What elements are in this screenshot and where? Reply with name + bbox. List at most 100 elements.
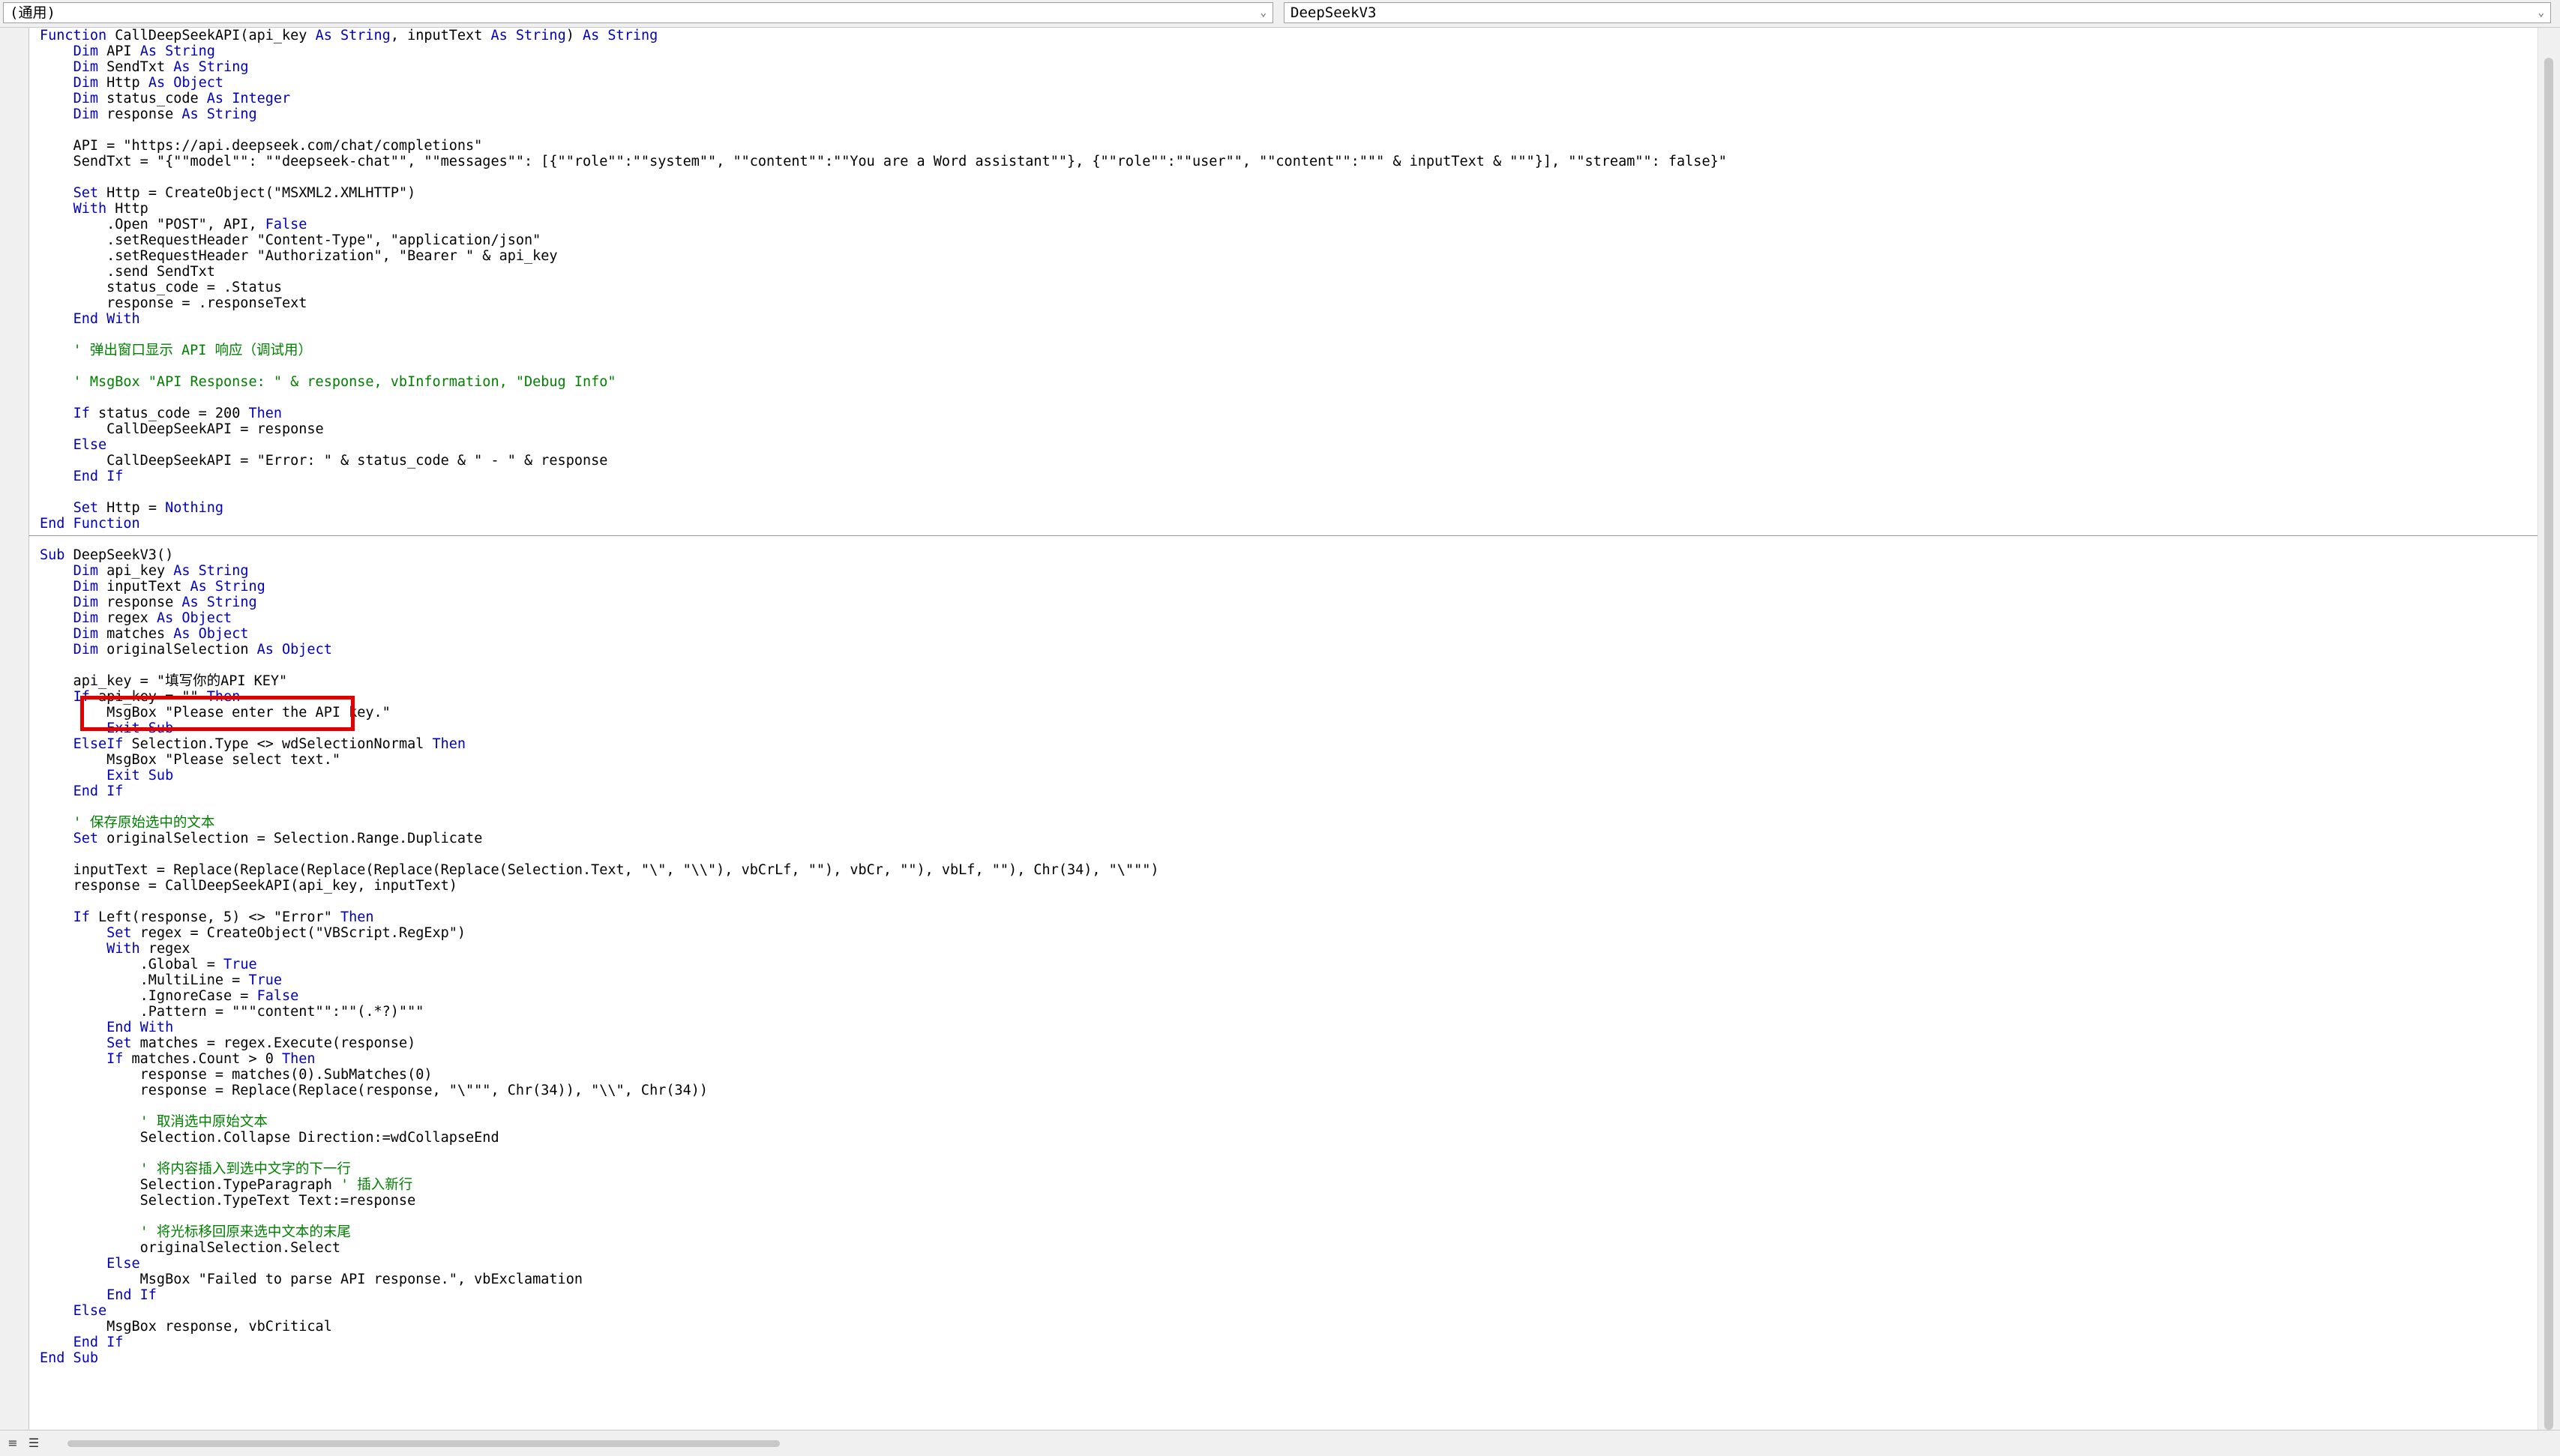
code-line[interactable]: .setRequestHeader "Authorization", "Bear… bbox=[40, 248, 1727, 264]
code-line[interactable]: End With bbox=[40, 1020, 1727, 1035]
code-token: .setRequestHeader "Content-Type", "appli… bbox=[40, 232, 541, 248]
code-line[interactable]: Set matches = regex.Execute(response) bbox=[40, 1035, 1727, 1051]
code-line[interactable]: Set regex = CreateObject("VBScript.RegEx… bbox=[40, 925, 1727, 941]
code-line[interactable]: Dim response As String bbox=[40, 106, 1727, 122]
full-module-view-icon[interactable]: ☰ bbox=[25, 1435, 42, 1452]
code-line[interactable]: MsgBox response, vbCritical bbox=[40, 1319, 1727, 1335]
code-line[interactable]: ' 取消选中原始文本 bbox=[40, 1114, 1727, 1130]
code-line[interactable] bbox=[40, 658, 1727, 673]
code-line[interactable]: response = matches(0).SubMatches(0) bbox=[40, 1067, 1727, 1083]
code-line[interactable]: Dim originalSelection As Object bbox=[40, 642, 1727, 658]
procedure-combobox[interactable]: DeepSeekV3 ⌄ bbox=[1284, 2, 2551, 23]
code-line[interactable] bbox=[40, 799, 1727, 815]
margin-indicator-bar[interactable] bbox=[0, 28, 29, 1430]
code-line[interactable]: Set originalSelection = Selection.Range.… bbox=[40, 831, 1727, 846]
code-line[interactable] bbox=[40, 327, 1727, 343]
code-line[interactable]: Selection.Collapse Direction:=wdCollapse… bbox=[40, 1130, 1727, 1146]
code-line[interactable]: response = Replace(Replace(response, "\"… bbox=[40, 1083, 1727, 1098]
code-line[interactable]: Dim inputText As String bbox=[40, 579, 1727, 595]
code-line[interactable]: End If bbox=[40, 1287, 1727, 1303]
code-line[interactable]: ' 弹出窗口显示 API 响应（调试用） bbox=[40, 343, 1727, 358]
code-line[interactable]: With Http bbox=[40, 201, 1727, 217]
code-line[interactable]: Else bbox=[40, 1303, 1727, 1319]
code-line[interactable] bbox=[40, 169, 1727, 185]
code-line[interactable] bbox=[40, 390, 1727, 406]
code-line[interactable]: .setRequestHeader "Content-Type", "appli… bbox=[40, 232, 1727, 248]
code-line[interactable]: .Open "POST", API, False bbox=[40, 217, 1727, 232]
code-line[interactable]: API = "https://api.deepseek.com/chat/com… bbox=[40, 138, 1727, 154]
code-keyword: ElseIf bbox=[73, 736, 132, 752]
code-line[interactable] bbox=[40, 894, 1727, 909]
code-line[interactable]: End Function bbox=[40, 516, 1727, 532]
chevron-down-icon[interactable]: ⌄ bbox=[1261, 3, 1267, 22]
code-line[interactable]: ElseIf Selection.Type <> wdSelectionNorm… bbox=[40, 736, 1727, 752]
code-line[interactable]: originalSelection.Select bbox=[40, 1240, 1727, 1256]
code-line[interactable]: MsgBox "Please select text." bbox=[40, 752, 1727, 768]
code-line[interactable]: .IgnoreCase = False bbox=[40, 988, 1727, 1004]
code-line[interactable]: Set Http = Nothing bbox=[40, 500, 1727, 516]
code-line[interactable]: response = CallDeepSeekAPI(api_key, inpu… bbox=[40, 878, 1727, 894]
code-line[interactable]: .MultiLine = True bbox=[40, 972, 1727, 988]
vertical-scrollbar[interactable] bbox=[2538, 28, 2560, 1430]
code-line[interactable] bbox=[40, 1146, 1727, 1161]
code-line[interactable]: ' 保存原始选中的文本 bbox=[40, 815, 1727, 831]
code-line[interactable]: api_key = "填写你的API KEY" bbox=[40, 673, 1727, 689]
code-line[interactable]: .Pattern = """content"":""(.*?)""" bbox=[40, 1004, 1727, 1020]
code-line[interactable]: With regex bbox=[40, 941, 1727, 957]
code-line[interactable] bbox=[40, 358, 1727, 374]
code-line[interactable]: CallDeepSeekAPI = "Error: " & status_cod… bbox=[40, 453, 1727, 469]
horizontal-scrollbar-thumb[interactable] bbox=[67, 1440, 780, 1447]
code-token: ) bbox=[565, 28, 583, 43]
code-line[interactable]: Function CallDeepSeekAPI(api_key As Stri… bbox=[40, 28, 1727, 43]
code-line[interactable]: Selection.TypeParagraph ' 插入新行 bbox=[40, 1177, 1727, 1193]
code-line[interactable]: End If bbox=[40, 783, 1727, 799]
code-line[interactable]: Dim Http As Object bbox=[40, 75, 1727, 91]
code-line[interactable]: Dim response As String bbox=[40, 595, 1727, 610]
code-line[interactable]: If matches.Count > 0 Then bbox=[40, 1051, 1727, 1067]
code-line[interactable]: ' 将光标移回原来选中文本的末尾 bbox=[40, 1224, 1727, 1240]
object-combobox[interactable]: (通用) ⌄ bbox=[3, 2, 1273, 23]
code-line[interactable]: End If bbox=[40, 469, 1727, 484]
code-line[interactable]: Exit Sub bbox=[40, 768, 1727, 783]
code-line[interactable]: Dim status_code As Integer bbox=[40, 91, 1727, 106]
code-line[interactable] bbox=[40, 846, 1727, 862]
code-line[interactable]: Dim matches As Object bbox=[40, 626, 1727, 642]
code-line[interactable]: End With bbox=[40, 311, 1727, 327]
code-line[interactable]: Dim api_key As String bbox=[40, 563, 1727, 579]
code-line[interactable]: Set Http = CreateObject("MSXML2.XMLHTTP"… bbox=[40, 185, 1727, 201]
code-line[interactable] bbox=[40, 1209, 1727, 1224]
code-line[interactable]: inputText = Replace(Replace(Replace(Repl… bbox=[40, 862, 1727, 878]
code-line[interactable]: .Global = True bbox=[40, 957, 1727, 972]
code-line[interactable]: CallDeepSeekAPI = response bbox=[40, 421, 1727, 437]
code-line[interactable] bbox=[40, 1098, 1727, 1114]
code-line[interactable]: If status_code = 200 Then bbox=[40, 406, 1727, 421]
code-line[interactable]: Else bbox=[40, 437, 1727, 453]
code-line[interactable]: .send SendTxt bbox=[40, 264, 1727, 280]
code-line[interactable]: Sub DeepSeekV3() bbox=[40, 547, 1727, 563]
code-line[interactable] bbox=[40, 122, 1727, 138]
code-token: Selection.TypeParagraph bbox=[40, 1177, 340, 1193]
code-line[interactable]: End Sub bbox=[40, 1350, 1727, 1366]
code-line[interactable]: Dim SendTxt As String bbox=[40, 59, 1727, 75]
code-keyword: Sub bbox=[40, 547, 73, 563]
code-line[interactable]: Dim API As String bbox=[40, 43, 1727, 59]
code-line[interactable]: ' MsgBox "API Response: " & response, vb… bbox=[40, 374, 1727, 390]
code-line[interactable]: SendTxt = "{""model"": ""deepseek-chat""… bbox=[40, 154, 1727, 169]
code-line[interactable]: ' 将内容插入到选中文字的下一行 bbox=[40, 1161, 1727, 1177]
code-line[interactable]: End If bbox=[40, 1335, 1727, 1350]
code-line[interactable]: Else bbox=[40, 1256, 1727, 1272]
code-editor[interactable]: Function CallDeepSeekAPI(api_key As Stri… bbox=[29, 28, 2538, 1430]
chevron-down-icon[interactable]: ⌄ bbox=[2538, 3, 2544, 22]
code-line[interactable]: response = .responseText bbox=[40, 295, 1727, 311]
code-line[interactable]: Selection.TypeText Text:=response bbox=[40, 1193, 1727, 1209]
code-line[interactable]: status_code = .Status bbox=[40, 280, 1727, 295]
code-line[interactable] bbox=[40, 484, 1727, 500]
procedure-view-icon[interactable]: ≡ bbox=[4, 1435, 21, 1452]
code-line[interactable]: MsgBox "Failed to parse API response.", … bbox=[40, 1272, 1727, 1287]
code-line[interactable] bbox=[40, 532, 1727, 547]
code-line[interactable]: Dim regex As Object bbox=[40, 610, 1727, 626]
code-line[interactable]: If Left(response, 5) <> "Error" Then bbox=[40, 909, 1727, 925]
vertical-scrollbar-thumb[interactable] bbox=[2544, 58, 2553, 1430]
